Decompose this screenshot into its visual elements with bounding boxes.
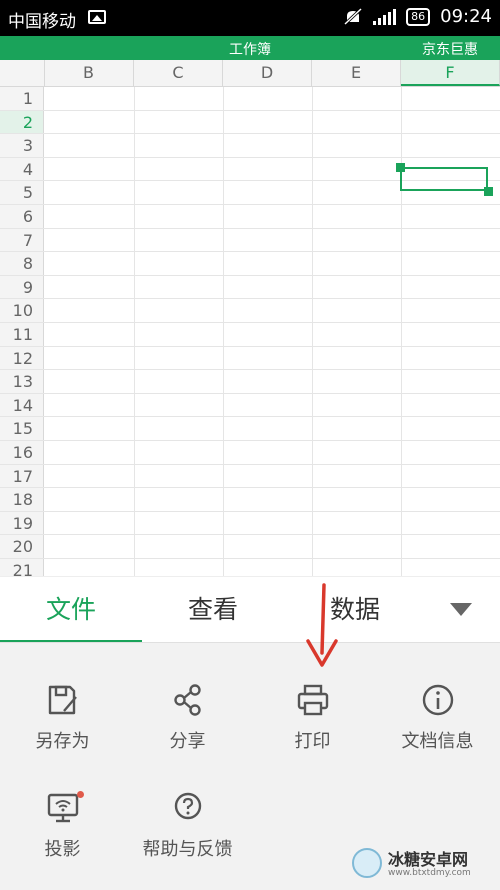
save-as-button[interactable]: 另存为 [0, 683, 125, 753]
sheet-row[interactable]: 7 [0, 228, 500, 253]
title-bar: 工作簿 京东巨惠 [0, 36, 500, 60]
row-header[interactable]: 5 [0, 181, 44, 204]
carrier-name: 中国移动 [8, 12, 76, 32]
sheet-row[interactable]: 19 [0, 511, 500, 536]
sheet-row[interactable]: 14 [0, 393, 500, 418]
row-header[interactable]: 20 [0, 535, 44, 558]
save-as-label: 另存为 [35, 731, 90, 752]
annotation-arrow-icon [306, 583, 338, 667]
sheet-row[interactable]: 17 [0, 464, 500, 489]
sheet-row[interactable]: 8 [0, 252, 500, 276]
selected-cell[interactable] [400, 167, 488, 191]
ribbon-tabs: 文件 查看 数据 [0, 576, 500, 643]
column-header-c[interactable]: C [134, 60, 223, 86]
watermark-url: www.btxtdmy.com [388, 868, 471, 878]
rows-container: 1 2 3 4 5 6 7 8 9 10 11 12 13 14 15 16 17 18 19 20 21 [0, 87, 500, 576]
selection-handle-bottom-right[interactable] [484, 187, 493, 196]
row-header[interactable]: 1 [0, 87, 44, 110]
print-button[interactable]: 打印 [250, 683, 375, 753]
new-feature-dot [77, 791, 84, 798]
sheet-row[interactable]: 2 [0, 110, 500, 135]
sheet-row[interactable]: 20 [0, 535, 500, 559]
sheet-row[interactable]: 21 [0, 558, 500, 576]
column-header-f[interactable]: F [401, 60, 500, 86]
sheet-row[interactable]: 1 [0, 87, 500, 111]
sheet-row[interactable]: 11 [0, 322, 500, 347]
watermark-logo-icon [352, 848, 382, 878]
row-header[interactable]: 4 [0, 157, 44, 181]
doc-info-label: 文档信息 [401, 731, 474, 752]
project-label: 投影 [44, 839, 81, 860]
projector-wifi-icon [47, 793, 78, 823]
ad-link[interactable]: 京东巨惠 [422, 39, 478, 59]
sheet-row[interactable]: 16 [0, 440, 500, 465]
row-header[interactable]: 6 [0, 204, 44, 228]
tab-file[interactable]: 文件 [0, 577, 142, 641]
watermark-name: 冰糖安卓网 [388, 850, 469, 869]
row-header[interactable]: 11 [0, 322, 44, 346]
column-header-e[interactable]: E [312, 60, 401, 86]
column-header-d[interactable]: D [223, 60, 312, 86]
sheet-row[interactable]: 12 [0, 346, 500, 371]
sheet-row[interactable]: 9 [0, 275, 500, 300]
row-header[interactable]: 19 [0, 511, 44, 535]
mute-vibrate-icon [344, 7, 363, 25]
row-header[interactable]: 13 [0, 370, 44, 393]
sheet-row[interactable]: 10 [0, 299, 500, 323]
image-notification-icon [88, 10, 106, 24]
project-button[interactable]: 投影 [0, 791, 125, 861]
selection-handle-top-left[interactable] [396, 163, 405, 172]
sheet-row[interactable]: 18 [0, 488, 500, 512]
row-header[interactable]: 12 [0, 346, 44, 370]
more-tabs-dropdown-icon[interactable] [450, 603, 472, 616]
row-header[interactable]: 17 [0, 464, 44, 488]
row-header[interactable]: 14 [0, 393, 44, 417]
row-header[interactable]: 3 [0, 134, 44, 157]
row-header[interactable]: 7 [0, 228, 44, 252]
share-button[interactable]: 分享 [125, 683, 250, 753]
printer-icon [297, 684, 328, 716]
doc-info-button[interactable]: 文档信息 [375, 683, 500, 753]
tab-view[interactable]: 查看 [142, 577, 284, 641]
row-header[interactable]: 10 [0, 299, 44, 322]
sheet-row[interactable]: 6 [0, 204, 500, 229]
row-header[interactable]: 9 [0, 275, 44, 299]
row-header[interactable]: 16 [0, 440, 44, 464]
column-header-b[interactable]: B [44, 60, 134, 86]
battery-indicator: 86 [406, 7, 431, 26]
help-feedback-label: 帮助与反馈 [142, 839, 233, 860]
save-as-icon [48, 685, 77, 715]
watermark: 冰糖安卓网 www.btxtdmy.com [352, 844, 492, 884]
sheet-row[interactable]: 15 [0, 417, 500, 441]
info-icon [422, 684, 453, 716]
sheet-row[interactable]: 3 [0, 134, 500, 158]
signal-icon [373, 8, 397, 25]
column-header-bar: B C D E F [0, 60, 500, 87]
status-bar: 中国移动 86 09:24 [0, 0, 500, 36]
print-label: 打印 [294, 731, 331, 752]
row-header[interactable]: 15 [0, 417, 44, 440]
spreadsheet-grid[interactable]: B C D E F 1 2 3 4 5 6 7 8 9 10 11 12 13 14 15 16 17 18 19 2… [0, 60, 500, 576]
row-header[interactable]: 8 [0, 252, 44, 275]
share-label: 分享 [169, 731, 206, 752]
row-header[interactable]: 21 [0, 558, 44, 576]
help-icon [174, 792, 201, 820]
help-feedback-button[interactable]: 帮助与反馈 [125, 791, 250, 861]
clock: 09:24 [440, 6, 492, 27]
row-header[interactable]: 18 [0, 488, 44, 511]
select-all-corner[interactable] [0, 60, 45, 86]
sheet-row[interactable]: 13 [0, 370, 500, 394]
row-header[interactable]: 2 [0, 110, 44, 134]
share-icon [173, 684, 201, 716]
